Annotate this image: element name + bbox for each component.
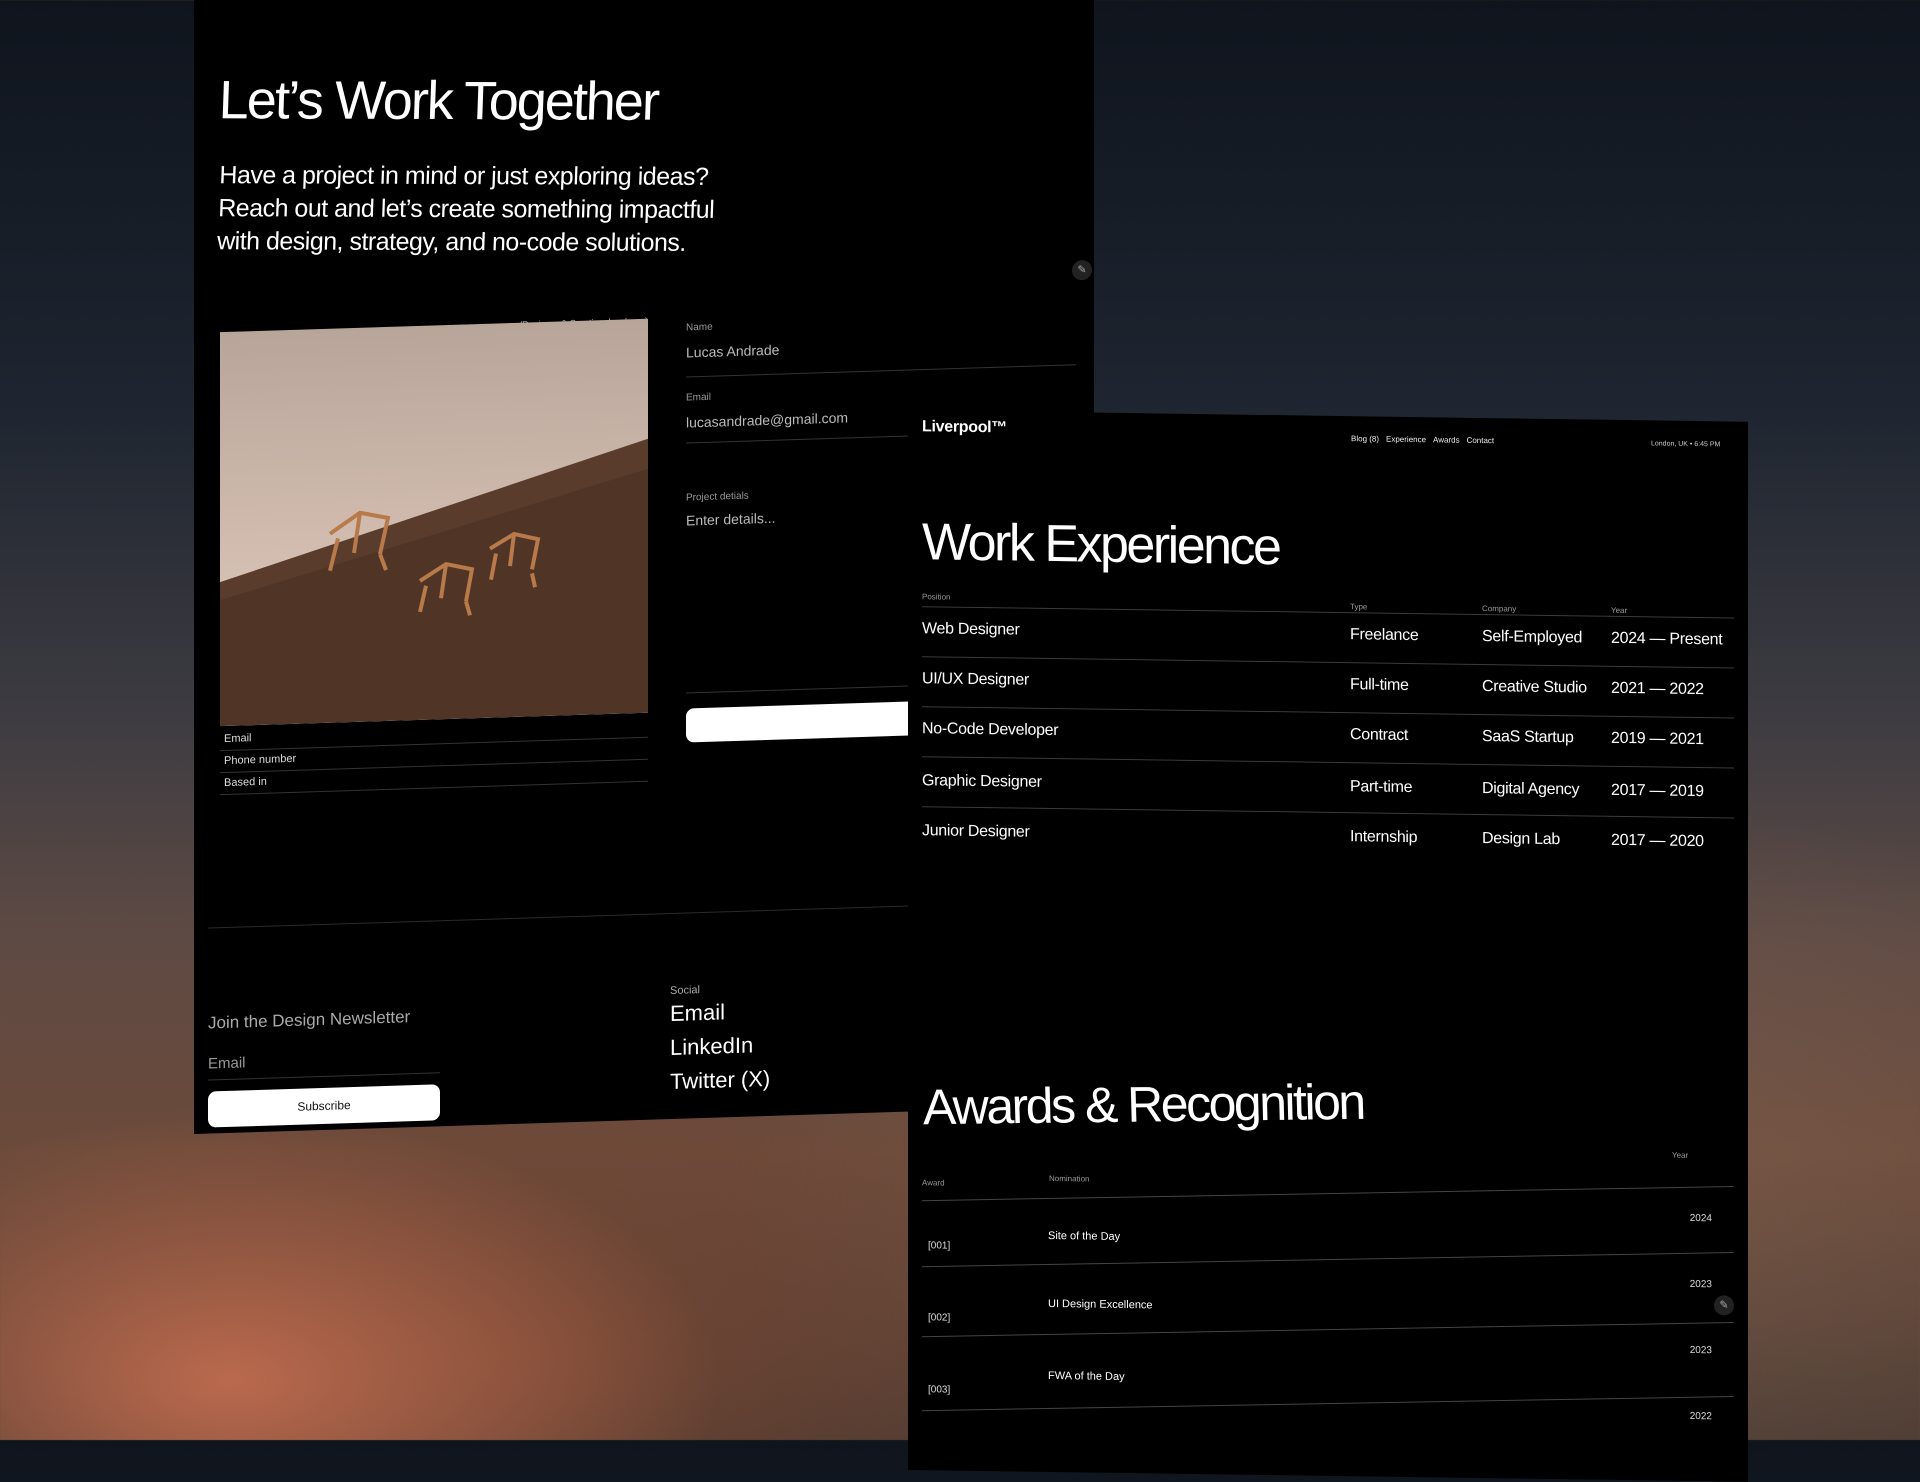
awards-row-divider	[922, 1252, 1734, 1268]
details-field[interactable]: Enter details...	[686, 510, 776, 529]
award3-year: 2023	[1689, 1344, 1712, 1357]
row2-position: UI/UX Designer	[922, 670, 1029, 689]
location-time: London, UK • 6:45 PM	[1651, 440, 1721, 449]
chairs-illustration	[220, 438, 648, 727]
table-row-divider	[922, 656, 1734, 669]
award3-number: [003]	[928, 1384, 951, 1396]
page-title: Let’s Work Together	[217, 70, 659, 132]
col-header-position: Position	[922, 592, 951, 602]
awards-row-divider	[922, 1322, 1734, 1338]
row5-type: Internship	[1350, 828, 1418, 847]
row5-year: 2017 — 2020	[1611, 831, 1704, 851]
nav-contact[interactable]: Contact	[1467, 436, 1495, 445]
award3-nomination: FWA of the Day	[1048, 1369, 1125, 1384]
subscribe-button[interactable]: Subscribe	[208, 1084, 440, 1128]
award1-year: 2024	[1689, 1212, 1712, 1225]
row4-year: 2017 — 2019	[1611, 781, 1704, 801]
name-field-underline	[686, 364, 1076, 378]
row5-position: Junior Designer	[922, 822, 1030, 841]
awards-col-year: Year	[1672, 1150, 1689, 1160]
page-subtitle: Have a project in mind or just exploring…	[216, 161, 715, 257]
email-label: Email	[686, 391, 712, 404]
nav-experience[interactable]: Experience	[1386, 435, 1426, 445]
row1-type: Freelance	[1350, 626, 1419, 645]
work-title: Work Experience	[922, 513, 1280, 577]
col-header-year: Year	[1611, 605, 1628, 616]
awards-row-divider	[922, 1396, 1734, 1412]
site-logo[interactable]: Liverpool™	[922, 418, 1007, 437]
row2-type: Full-time	[1350, 676, 1409, 694]
row2-company: Creative Studio	[1482, 678, 1587, 697]
edit-pencil-icon[interactable]: ✎	[1714, 1295, 1734, 1316]
social-link-email[interactable]: Email	[670, 999, 725, 1027]
award4-year: 2022	[1689, 1410, 1712, 1423]
newsletter-email-input[interactable]: Email	[208, 1054, 246, 1072]
row4-position: Graphic Designer	[922, 772, 1042, 791]
experience-panel: Liverpool™ Blog (8) Experience Awards Co…	[908, 410, 1748, 1482]
award2-nomination: UI Design Excellence	[1048, 1297, 1153, 1312]
award1-number: [001]	[928, 1240, 951, 1252]
awards-title: Awards & Recognition	[922, 1073, 1365, 1136]
award1-nomination: Site of the Day	[1048, 1229, 1121, 1243]
nav-awards[interactable]: Awards	[1433, 435, 1460, 444]
table-row-divider	[922, 756, 1734, 769]
name-label: Name	[686, 321, 713, 334]
name-field[interactable]: Lucas Andrade	[686, 342, 779, 361]
award2-year: 2023	[1689, 1278, 1712, 1291]
row4-type: Part-time	[1350, 778, 1413, 797]
row3-year: 2019 — 2021	[1611, 729, 1704, 749]
row3-company: SaaS Startup	[1482, 728, 1574, 747]
row3-type: Contract	[1350, 726, 1409, 744]
newsletter-email-underline	[208, 1072, 440, 1081]
awards-col-nomination: Nomination	[1049, 1173, 1090, 1184]
table-row-divider	[922, 806, 1734, 819]
awards-header-divider	[922, 1186, 1734, 1202]
award2-number: [002]	[928, 1312, 951, 1324]
row1-position: Web Designer	[922, 620, 1020, 639]
row1-year: 2024 — Present	[1611, 629, 1723, 649]
row3-position: No-Code Developer	[922, 720, 1059, 740]
social-link-linkedin[interactable]: LinkedIn	[670, 1032, 753, 1061]
social-label: Social	[670, 984, 700, 998]
row2-year: 2021 — 2022	[1611, 679, 1704, 699]
social-link-twitter[interactable]: Twitter (X)	[670, 1066, 770, 1095]
awards-col-award: Award	[922, 1178, 945, 1188]
chairs-photo	[220, 318, 648, 727]
nav-blog[interactable]: Blog (8)	[1351, 434, 1379, 443]
table-row-divider	[922, 706, 1734, 719]
newsletter-title: Join the Design Newsletter	[208, 1007, 411, 1033]
col-header-type: Type	[1350, 602, 1368, 612]
row4-company: Digital Agency	[1482, 780, 1580, 799]
row5-company: Design Lab	[1482, 830, 1560, 849]
main-nav: Blog (8) Experience Awards Contact	[1351, 434, 1494, 445]
col-header-company: Company	[1482, 604, 1517, 614]
email-field[interactable]: lucasandrade@gmail.com	[686, 409, 848, 430]
details-label: Project detials	[686, 490, 749, 504]
edit-pencil-icon[interactable]: ✎	[1072, 259, 1092, 281]
row1-company: Self-Employed	[1482, 628, 1583, 647]
